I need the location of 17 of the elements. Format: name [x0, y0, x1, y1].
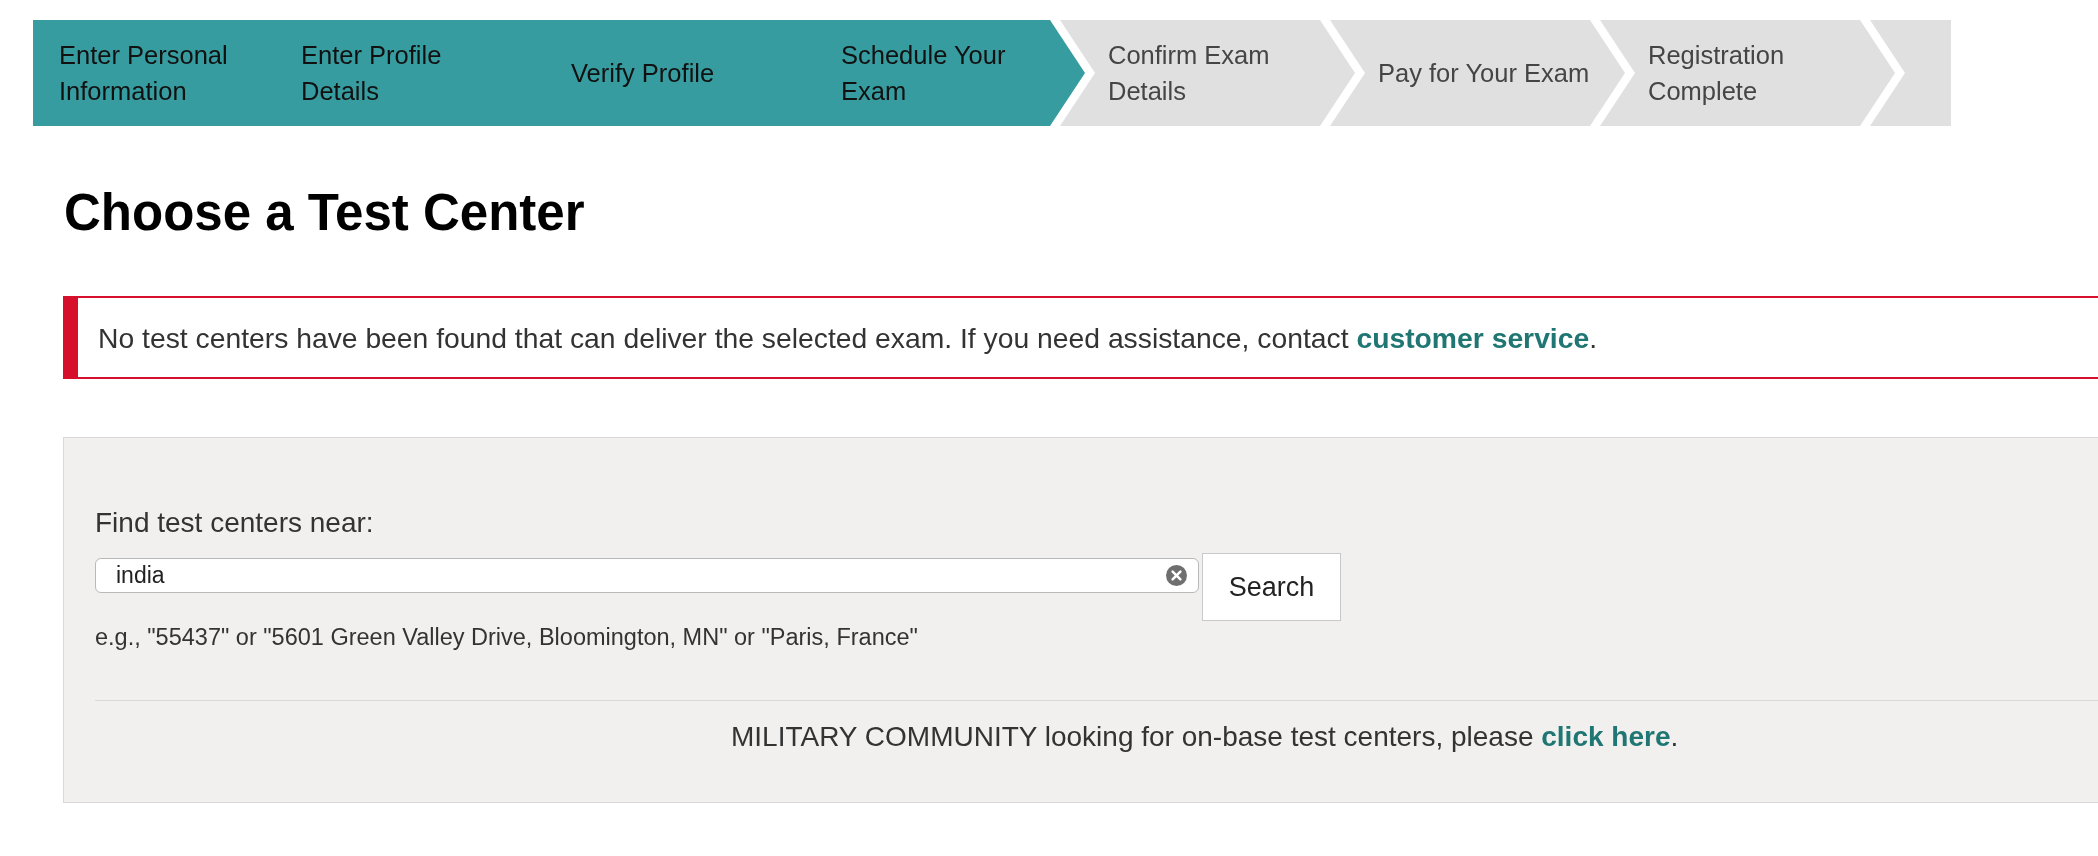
search-hint: e.g., "55437" or "5601 Green Valley Drive, Bloomington, MN" or "Paris, France"	[95, 623, 918, 651]
military-note: MILITARY COMMUNITY looking for on-base test centers, please click here.	[731, 720, 1679, 754]
progress-step: Verify Profile	[545, 20, 815, 126]
customer-service-link[interactable]: customer service	[1356, 321, 1590, 354]
progress-step: Registration Complete	[1600, 20, 1895, 126]
search-label: Find test centers near:	[95, 506, 374, 540]
progress-step: Enter Profile Details	[275, 20, 545, 126]
page-heading: Choose a Test Center	[64, 183, 585, 243]
click-here-link[interactable]: click here	[1541, 721, 1671, 752]
search-field[interactable]: india	[95, 558, 1199, 593]
search-button[interactable]: Search	[1202, 553, 1341, 621]
progress-step: Pay for Your Exam	[1330, 20, 1625, 126]
alert-message: No test centers have been found that can deliver the selected exam. If you need assistance, contact customer service.	[98, 320, 1598, 356]
clear-icon[interactable]	[1166, 565, 1187, 586]
progress-step: Schedule Your Exam	[815, 20, 1085, 126]
progress-step: Enter Personal Information	[33, 20, 275, 126]
progress-step: Confirm Exam Details	[1060, 20, 1355, 126]
